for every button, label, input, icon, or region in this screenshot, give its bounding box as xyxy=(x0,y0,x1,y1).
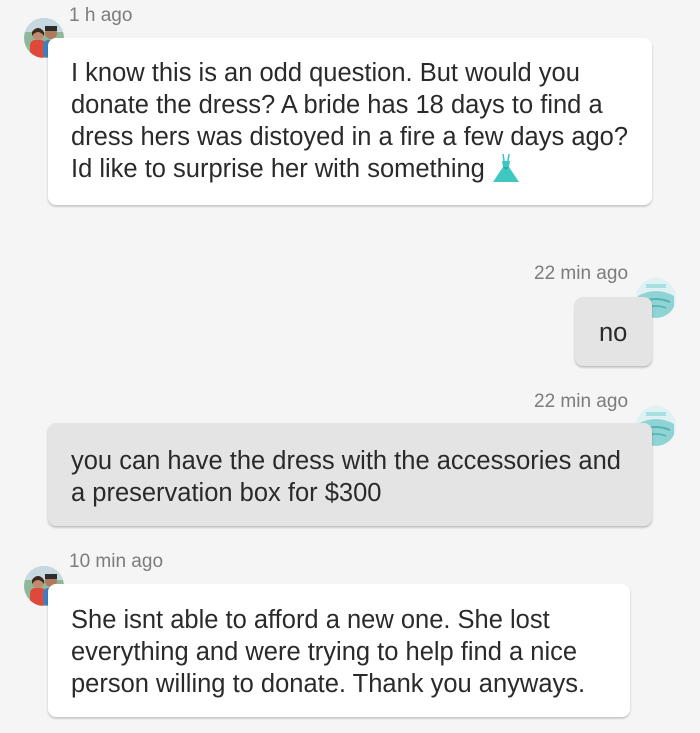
message-line: a preservation box for $300 xyxy=(71,479,382,507)
message-line: dress hers was distoyed in a fire a few … xyxy=(71,123,629,151)
message-timestamp: 10 min ago xyxy=(69,551,164,572)
outgoing-message-bubble[interactable]: no xyxy=(575,297,652,366)
message-line: She isnt able to afford a new one. She l… xyxy=(71,606,550,634)
incoming-message-bubble[interactable]: I know this is an odd question. But woul… xyxy=(48,38,652,205)
message-line: you can have the dress with the accessor… xyxy=(71,447,621,475)
dress-icon xyxy=(491,153,521,191)
message-timestamp: 22 min ago xyxy=(534,263,629,284)
message-timestamp: 1 h ago xyxy=(69,5,133,26)
message-line: no xyxy=(599,319,628,347)
message-timestamp: 22 min ago xyxy=(534,391,629,412)
message-line: Id like to surprise her with something xyxy=(71,155,485,183)
message-line: donate the dress? A bride has 18 days to… xyxy=(71,91,603,119)
outgoing-message-bubble[interactable]: you can have the dress with the accessor… xyxy=(48,423,652,526)
message-line: person willing to donate. Thank you anyw… xyxy=(71,670,586,698)
message-line: everything and were trying to help find … xyxy=(71,638,578,666)
message-line: I know this is an odd question. But woul… xyxy=(71,59,580,87)
incoming-message-bubble[interactable]: She isnt able to afford a new one. She l… xyxy=(48,584,630,717)
